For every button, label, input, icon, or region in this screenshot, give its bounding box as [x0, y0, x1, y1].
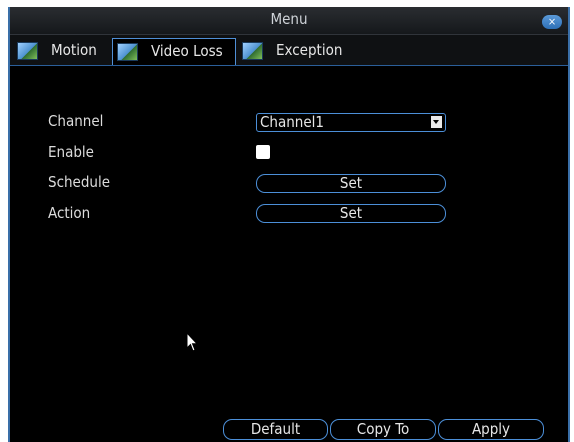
action-label: Action — [48, 204, 91, 222]
copy-to-button[interactable]: Copy To — [330, 419, 436, 440]
default-button[interactable]: Default — [223, 419, 328, 440]
action-set-button[interactable]: Set — [256, 204, 446, 223]
channel-select[interactable]: Channel1 — [256, 113, 446, 132]
apply-button[interactable]: Apply — [438, 419, 544, 440]
window-title: Menu — [270, 10, 308, 28]
channel-label: Channel — [48, 112, 104, 130]
tab-label: Video Loss — [151, 42, 223, 60]
enable-checkbox[interactable] — [256, 145, 270, 159]
picture-icon — [242, 42, 263, 60]
menu-window: Menu × Motion Video Loss Exception Chann… — [8, 7, 570, 442]
schedule-set-button[interactable]: Set — [256, 174, 446, 193]
tab-label: Exception — [276, 41, 343, 59]
picture-icon — [17, 42, 38, 60]
close-icon[interactable]: × — [542, 15, 562, 29]
schedule-label: Schedule — [48, 173, 111, 191]
channel-value: Channel1 — [260, 113, 324, 131]
chevron-down-icon[interactable] — [431, 116, 442, 128]
enable-label: Enable — [48, 143, 94, 161]
title-bar: Menu × — [10, 7, 568, 35]
tab-video-loss[interactable]: Video Loss — [112, 38, 236, 65]
tab-exception[interactable]: Exception — [238, 38, 358, 64]
tab-bar: Motion Video Loss Exception — [10, 35, 568, 66]
picture-icon — [117, 43, 138, 61]
mouse-cursor-icon — [186, 332, 199, 352]
tab-label: Motion — [51, 41, 97, 59]
tab-motion[interactable]: Motion — [13, 38, 109, 64]
